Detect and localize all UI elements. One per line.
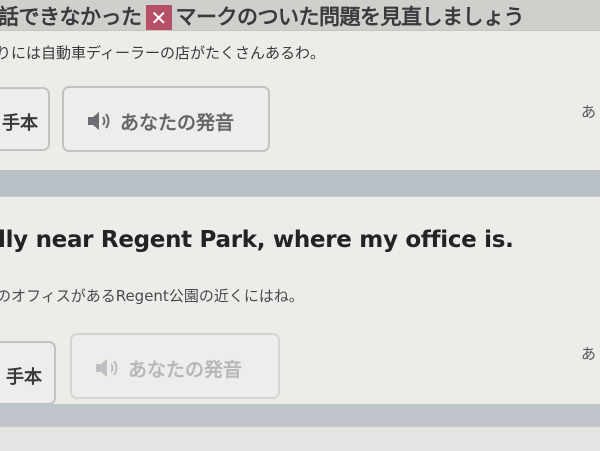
review-instruction-start: 話できなかった: [0, 5, 142, 29]
speaker-icon: [88, 112, 110, 130]
japanese-translation: のオフィスがあるRegent公園の近くにはね。: [0, 287, 304, 305]
japanese-sentence: りには自動車ディーラーの店がたくさんあるわ。: [0, 44, 325, 62]
model-audio-button[interactable]: 手本: [0, 341, 56, 405]
exercise-card-2: lly near Regent Park, where my office is…: [0, 196, 600, 405]
next-section-band: [0, 404, 600, 451]
review-header: 話できなかった ✕ マークのついた問題を見直しましょう: [0, 0, 600, 30]
section-divider: [0, 170, 600, 196]
review-instruction: 話できなかった ✕ マークのついた問題を見直しましょう: [0, 1, 524, 30]
english-sentence: lly near Regent Park, where my office is…: [0, 227, 514, 253]
speaker-icon: [96, 359, 118, 377]
model-audio-label: 手本: [6, 367, 42, 388]
your-pronunciation-button[interactable]: あなたの発音: [70, 333, 280, 399]
model-audio-button[interactable]: 手本: [0, 87, 50, 151]
review-instruction-end: マークのついた問題を見直しましょう: [175, 5, 525, 29]
model-audio-label: 手本: [2, 113, 38, 134]
x-mark-icon: ✕: [145, 5, 172, 30]
your-pronunciation-label: あなたの発音: [120, 112, 235, 134]
your-pronunciation-button[interactable]: あなたの発音: [62, 86, 270, 152]
your-pronunciation-label: あなたの発音: [128, 359, 243, 381]
truncated-right-text: あ: [580, 345, 596, 363]
next-card-edge: [0, 426, 600, 451]
exercise-card-1: りには自動車ディーラーの店がたくさんあるわ。 手本 あなたの発音 あ: [0, 30, 600, 171]
truncated-right-text: あ: [580, 103, 596, 121]
